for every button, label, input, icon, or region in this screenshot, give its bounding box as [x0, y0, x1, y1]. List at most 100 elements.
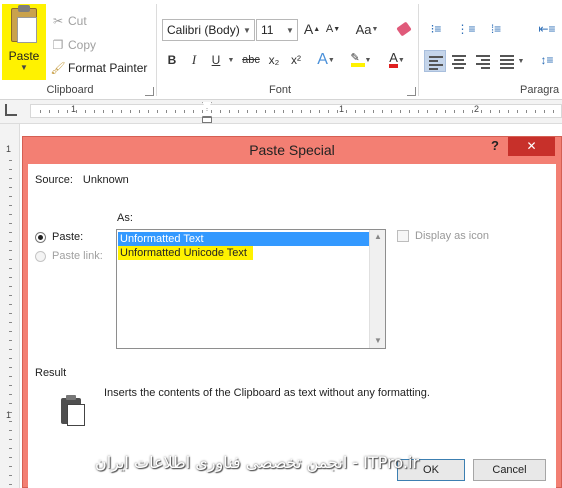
ruler-tick	[9, 448, 12, 449]
ruler-tick	[9, 286, 12, 287]
paste-radio[interactable]: Paste:	[35, 231, 83, 243]
ruler-tick	[9, 322, 12, 323]
ruler-tick	[9, 403, 12, 404]
grow-font-button[interactable]: A ▲	[302, 19, 322, 39]
indent-marker-icon[interactable]	[202, 102, 212, 124]
ruler-tick	[130, 110, 131, 113]
ruler-tick	[364, 110, 365, 113]
ruler-number: 1	[339, 104, 345, 114]
align-left-icon	[429, 56, 443, 72]
ruler-tick	[517, 110, 518, 113]
ruler-tick	[9, 466, 12, 467]
list-item[interactable]: Unformatted Text	[118, 232, 369, 246]
align-left-button[interactable]	[424, 50, 446, 72]
clipboard-clip-icon	[18, 5, 30, 12]
close-button[interactable]: ✕	[508, 137, 555, 156]
ruler-tick	[481, 110, 482, 113]
ruler-tick	[9, 178, 12, 179]
ruler-tick	[175, 110, 176, 113]
as-listbox[interactable]: Unformatted Text Unformatted Unicode Tex…	[116, 229, 386, 349]
strikethrough-button[interactable]: abc	[240, 50, 262, 70]
ruler-tick	[67, 110, 68, 113]
scroll-down-icon[interactable]: ▼	[370, 334, 386, 348]
paste-dropdown-icon[interactable]: ▼	[2, 63, 46, 72]
ruler-tick	[9, 340, 12, 341]
scroll-up-icon[interactable]: ▲	[370, 230, 386, 244]
ruler-tick	[247, 110, 248, 113]
ruler-tick	[553, 110, 554, 113]
ruler-tick	[445, 110, 446, 113]
ruler-tick	[499, 110, 500, 113]
paintbrush-icon: 🖌	[50, 61, 66, 75]
ruler-tick	[265, 110, 266, 113]
ruler-tick	[9, 241, 12, 242]
ruler-tick	[121, 110, 122, 113]
justify-button[interactable]	[496, 50, 518, 72]
ruler-tick	[9, 394, 12, 395]
ruler-tick	[256, 110, 257, 113]
change-case-button[interactable]: Aa ▼	[352, 19, 382, 39]
font-size-combobox[interactable]: 11 ▼	[256, 19, 298, 41]
cancel-button[interactable]: Cancel	[473, 459, 546, 481]
paste-paper-icon	[17, 17, 37, 43]
clear-formatting-button[interactable]	[393, 19, 415, 39]
chevron-down-icon[interactable]: ▼	[240, 26, 254, 35]
italic-button[interactable]: I	[185, 50, 203, 70]
display-as-icon-checkbox[interactable]: Display as icon	[397, 230, 489, 242]
ruler-tick	[409, 110, 410, 113]
bullets-icon: ⁝≡	[430, 22, 442, 36]
cut-button[interactable]: ✂ Cut	[50, 12, 87, 30]
ruler-tick	[382, 110, 383, 113]
subscript-button[interactable]: x₂	[264, 50, 284, 70]
ruler-tick	[373, 110, 374, 113]
radio-button[interactable]	[35, 250, 46, 262]
ruler-tick	[220, 110, 221, 113]
ruler-tick	[9, 250, 12, 251]
ruler-tick	[9, 376, 12, 377]
line-spacing-button[interactable]: ↕≡	[534, 50, 560, 70]
tab-selector-icon[interactable]	[5, 104, 17, 116]
ruler-tick	[148, 110, 149, 113]
font-launcher-icon[interactable]	[407, 87, 416, 96]
underline-button[interactable]: U	[207, 50, 225, 70]
clipboard-launcher-icon[interactable]	[145, 87, 154, 96]
ruler-tick	[454, 110, 455, 113]
ruler-tick	[9, 457, 12, 458]
ruler-number: 2	[474, 104, 480, 114]
ruler-tick	[9, 196, 12, 197]
ruler-tick	[157, 110, 158, 113]
bold-button[interactable]: B	[163, 50, 181, 70]
font-name-combobox[interactable]: Calibri (Body) ▼	[162, 19, 255, 41]
ruler-tick	[76, 110, 77, 113]
format-painter-button[interactable]: 🖌 Format Painter	[50, 59, 147, 77]
checkbox[interactable]	[397, 230, 409, 242]
paste-link-radio[interactable]: Paste link:	[35, 250, 103, 262]
superscript-button[interactable]: x²	[286, 50, 306, 70]
justify-dropdown-icon[interactable]: ▼	[516, 50, 526, 72]
text-effects-button[interactable]: A ▼	[314, 50, 338, 70]
ruler-tick	[9, 205, 12, 206]
shrink-font-icon: A	[325, 23, 334, 35]
align-center-button[interactable]	[448, 50, 470, 72]
ruler-tick	[112, 110, 113, 113]
shrink-font-button[interactable]: A ▼	[323, 19, 343, 39]
help-icon[interactable]: ?	[486, 136, 504, 156]
font-color-button[interactable]: A ▼	[382, 50, 412, 70]
align-right-button[interactable]	[472, 50, 494, 72]
line-spacing-icon: ↕≡	[540, 53, 554, 67]
numbering-button[interactable]: ⋮≡	[455, 19, 477, 39]
paste-label[interactable]: Paste	[2, 49, 46, 63]
ruler-tick	[85, 110, 86, 113]
copy-button[interactable]: ❐ Copy	[50, 36, 96, 54]
list-item[interactable]: Unformatted Unicode Text	[118, 246, 253, 260]
source-row: Source: Unknown	[35, 174, 129, 186]
multilevel-list-button[interactable]: ⁞≡	[485, 19, 507, 39]
radio-button[interactable]	[35, 231, 46, 243]
font-color-icon: A	[389, 51, 398, 68]
bullets-button[interactable]: ⁝≡	[425, 19, 447, 39]
decrease-indent-button[interactable]: ⇤≡	[535, 19, 559, 39]
chevron-down-icon[interactable]: ▼	[283, 26, 297, 35]
underline-dropdown-icon[interactable]: ▼	[226, 50, 236, 70]
highlight-color-button[interactable]: ✎ ▼	[346, 50, 376, 70]
listbox-scrollbar[interactable]: ▲ ▼	[369, 230, 385, 348]
